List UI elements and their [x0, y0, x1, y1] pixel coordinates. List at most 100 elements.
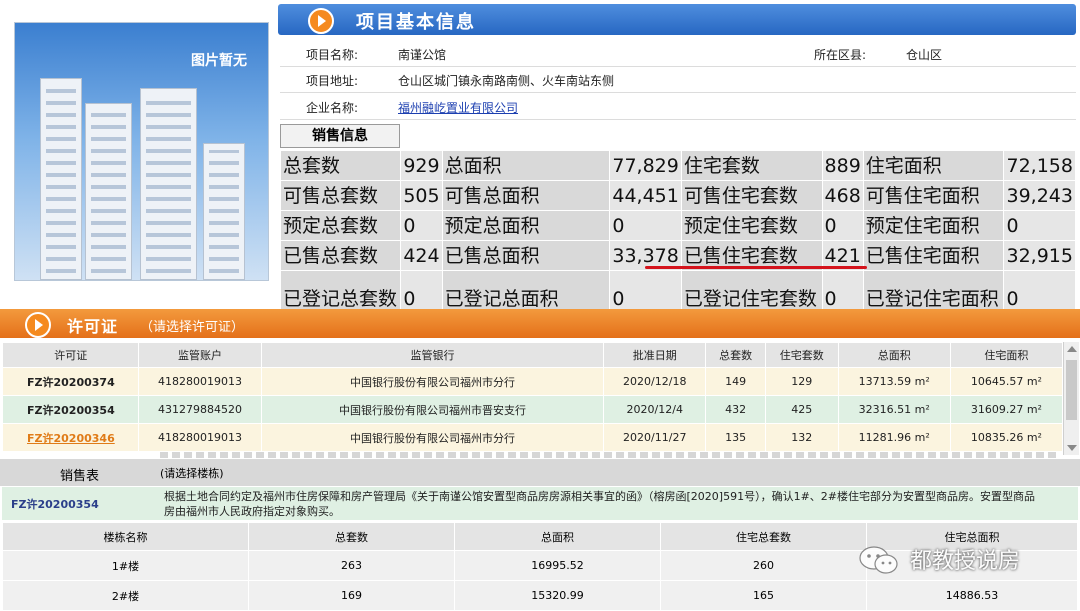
permit-id[interactable]: FZ许20200354	[3, 396, 139, 423]
photo-caption: 图片暂无	[191, 53, 247, 69]
table-cell: 129	[765, 368, 838, 395]
table-cell: 260	[661, 551, 866, 580]
table-cell: 31609.27 m²	[950, 396, 1062, 423]
permit-note-row: FZ许20200354 根据土地合同约定及福州市住房保障和房产管理局《关于南谨公…	[2, 487, 1078, 520]
divider	[280, 119, 1076, 120]
table-cell: 14886.53	[867, 581, 1077, 610]
stat-label: 可售总套数	[281, 181, 401, 210]
stat-label: 住宅面积	[863, 151, 1004, 180]
sales-table-title: 销售表	[60, 469, 100, 484]
company-label: 企业名称:	[306, 101, 359, 115]
highlight-underline	[645, 266, 867, 269]
project-name-value: 南谨公馆	[398, 48, 447, 62]
building-image	[40, 78, 82, 280]
permit-id[interactable]: FZ许20200374	[3, 368, 139, 395]
watermark-text: 都教授说房	[910, 549, 1021, 574]
stat-value: 468	[822, 181, 863, 210]
column-header: 住宅面积	[950, 343, 1062, 367]
table-cell: 15320.99	[455, 581, 660, 610]
table-cell: 149	[706, 368, 765, 395]
stat-label: 已售总面积	[442, 241, 610, 270]
scroll-thumb[interactable]	[1066, 360, 1077, 420]
scroll-up-icon[interactable]	[1067, 346, 1077, 352]
scroll-down-icon[interactable]	[1067, 445, 1077, 451]
stat-value: 505	[401, 181, 442, 210]
sales-stats-grid: 总套数 929 总面积 77,829 住宅套数 889 住宅面积 72,158 可售总套数 505…	[280, 150, 1076, 328]
table-cell: 32316.51 m²	[838, 396, 950, 423]
stat-label: 预定住宅面积	[863, 211, 1004, 240]
project-address-label: 项目地址:	[306, 74, 359, 88]
company-link[interactable]: 福州融屹置业有限公司	[398, 99, 518, 116]
column-header: 监管账户	[139, 343, 261, 367]
stat-label: 住宅套数	[681, 151, 822, 180]
permit-scrollbar[interactable]	[1063, 342, 1079, 455]
wechat-watermark: 都教授说房	[858, 541, 1058, 581]
table-cell: 432	[706, 396, 765, 423]
stat-value: 0	[401, 211, 442, 240]
table-cell: 165	[661, 581, 866, 610]
permit-table: 许可证 监管账户 监管银行 批准日期 总套数 住宅套数 总面积 住宅面积 FZ许2020037…	[2, 342, 1063, 452]
permit-row[interactable]: FZ许20200346 418280019013 中国银行股份有限公司福州市分行 20…	[3, 424, 1062, 451]
table-cell: 16995.52	[455, 551, 660, 580]
stat-value: 0	[1004, 211, 1075, 240]
stat-value: 72,158	[1004, 151, 1075, 180]
stat-value: 77,829	[610, 151, 681, 180]
table-cell: 425	[765, 396, 838, 423]
play-bullet-icon	[25, 312, 51, 338]
district-label: 所在区县:	[814, 48, 867, 62]
stat-label: 预定住宅套数	[681, 211, 822, 240]
permit-header: 许可证 （请选择许可证）	[0, 309, 1080, 338]
table-cell: 135	[706, 424, 765, 451]
building-row[interactable]: 2#楼 169 15320.99 165 14886.53	[3, 581, 1077, 610]
divider	[280, 66, 1076, 67]
project-info-title: 项目基本信息	[356, 12, 476, 33]
sales-stats-row: 可售总套数 505 可售总面积 44,451 可售住宅套数 468 可售住宅面积 39,243	[281, 181, 1075, 210]
table-cell: 263	[249, 551, 454, 580]
table-cell: 中国银行股份有限公司福州市分行	[261, 424, 604, 451]
column-header: 总套数	[706, 343, 765, 367]
selected-permit-id[interactable]: FZ许20200354	[11, 496, 99, 512]
column-header: 住宅套数	[765, 343, 838, 367]
table-cell: 2020/11/27	[604, 424, 706, 451]
permit-row-partial	[160, 452, 1060, 458]
sales-info-tab[interactable]: 销售信息	[280, 124, 400, 148]
permit-row[interactable]: FZ许20200354 431279884520 中国银行股份有限公司福州市晋安支行…	[3, 396, 1062, 423]
project-address-value: 仓山区城门镇永南路南侧、火车南站东侧	[398, 74, 615, 88]
table-cell: 10645.57 m²	[950, 368, 1062, 395]
building-name[interactable]: 2#楼	[3, 581, 248, 610]
stat-value: 44,451	[610, 181, 681, 210]
stat-label: 总面积	[442, 151, 610, 180]
table-cell: 10835.26 m²	[950, 424, 1062, 451]
district-value: 仓山区	[906, 48, 943, 62]
table-cell: 132	[765, 424, 838, 451]
table-cell: 13713.59 m²	[838, 368, 950, 395]
stat-value: 929	[401, 151, 442, 180]
building-name[interactable]: 1#楼	[3, 551, 248, 580]
project-photo-placeholder: 图片暂无	[14, 22, 269, 281]
column-header: 总面积	[455, 523, 660, 550]
table-cell: 431279884520	[139, 396, 261, 423]
table-cell: 2020/12/4	[604, 396, 706, 423]
play-bullet-icon	[308, 8, 334, 34]
wechat-icon	[859, 546, 898, 574]
sales-stats-row: 预定总套数 0 预定总面积 0 预定住宅套数 0 预定住宅面积 0	[281, 211, 1075, 240]
sales-stats-row: 总套数 929 总面积 77,829 住宅套数 889 住宅面积 72,158	[281, 151, 1075, 180]
project-info-header: 项目基本信息	[278, 4, 1076, 35]
permit-title: 许可证	[67, 317, 119, 336]
table-cell: 中国银行股份有限公司福州市晋安支行	[261, 396, 604, 423]
table-cell: 418280019013	[139, 368, 261, 395]
stat-label: 可售住宅面积	[863, 181, 1004, 210]
permit-id[interactable]: FZ许20200346	[3, 424, 139, 451]
permit-row[interactable]: FZ许20200374 418280019013 中国银行股份有限公司福州市分行 20…	[3, 368, 1062, 395]
building-image	[140, 88, 197, 280]
table-cell: 418280019013	[139, 424, 261, 451]
stat-label: 总套数	[281, 151, 401, 180]
stat-value: 889	[822, 151, 863, 180]
permit-note-text: 根据土地合同约定及福州市住房保障和房产管理局《关于南谨公馆安置型商品房房源相关事…	[164, 490, 1035, 518]
column-header: 总面积	[838, 343, 950, 367]
stat-label: 预定总面积	[442, 211, 610, 240]
stat-value: 0	[822, 211, 863, 240]
table-cell: 2020/12/18	[604, 368, 706, 395]
column-header: 楼栋名称	[3, 523, 248, 550]
stat-value: 424	[401, 241, 442, 270]
